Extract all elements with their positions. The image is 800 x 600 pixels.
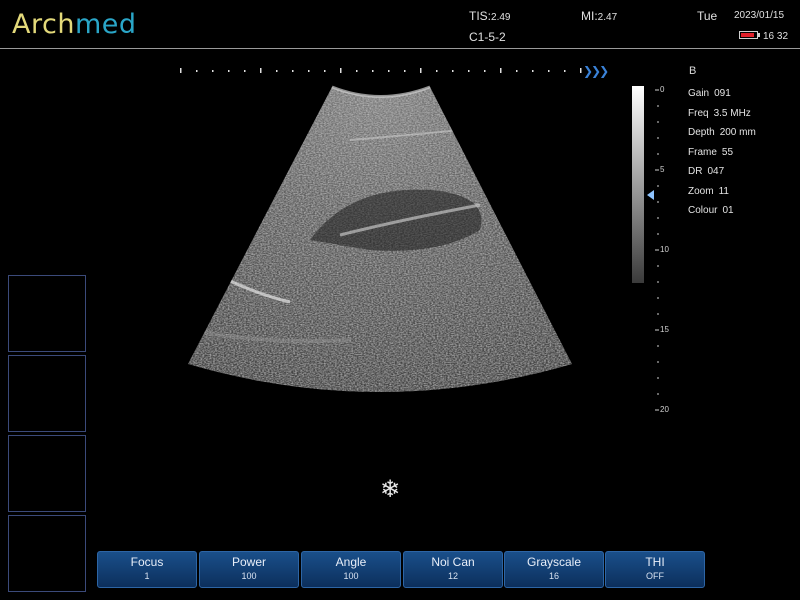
focus-ruler-tick bbox=[244, 70, 246, 72]
focus-ruler-tick bbox=[388, 70, 390, 72]
button-value: 100 bbox=[241, 571, 257, 581]
param-label: Colour bbox=[688, 205, 718, 216]
focus-marker-icon[interactable] bbox=[647, 190, 654, 200]
focus-ruler-tick bbox=[452, 70, 454, 72]
param-value: 11 bbox=[718, 185, 729, 197]
focus-ruler-tick bbox=[532, 70, 534, 72]
param-value: 55 bbox=[721, 146, 734, 158]
focus-ruler-tick bbox=[356, 70, 358, 72]
battery-level bbox=[741, 33, 754, 37]
param-label: Gain bbox=[688, 88, 710, 99]
param-gain: Gain 091 bbox=[688, 84, 756, 104]
button-value: 16 bbox=[548, 571, 559, 581]
depth-label: 15 bbox=[660, 325, 669, 334]
param-label: Freq bbox=[688, 107, 709, 119]
button-label: Grayscale bbox=[526, 555, 582, 569]
grayscale-bar bbox=[632, 86, 644, 283]
param-colour: Colour 01 bbox=[688, 201, 756, 221]
button-label: THI bbox=[645, 555, 665, 569]
thumbnail-slot-3[interactable] bbox=[8, 435, 86, 512]
time-label: 16 32 bbox=[763, 31, 789, 42]
thi-button[interactable]: THI OFF bbox=[605, 551, 705, 588]
button-value: OFF bbox=[646, 571, 664, 581]
focus-ruler-tick bbox=[308, 70, 310, 72]
thumbnail-slot-4[interactable] bbox=[8, 515, 86, 592]
focus-ruler-tick bbox=[404, 70, 406, 72]
focus-ruler bbox=[170, 64, 600, 78]
brand-logo: Archmed bbox=[12, 9, 137, 40]
date-label: 2023/01/15 bbox=[734, 10, 785, 21]
focus-ruler-tick bbox=[260, 68, 262, 73]
ultrasound-image[interactable] bbox=[150, 80, 610, 410]
param-label: Depth bbox=[688, 127, 715, 138]
param-value: 091 bbox=[714, 88, 731, 99]
thumbnail-slot-1[interactable] bbox=[8, 275, 86, 352]
mi-label: MI: bbox=[581, 9, 598, 23]
depth-label: 5 bbox=[660, 165, 665, 174]
battery-icon bbox=[739, 31, 760, 39]
focus-ruler-tick bbox=[468, 70, 470, 72]
depth-label: 0 bbox=[660, 85, 665, 94]
focus-ruler-tick bbox=[292, 70, 294, 72]
tis-readout: TIS:2.49 bbox=[469, 9, 510, 23]
snowflake-icon: ❄ bbox=[380, 476, 401, 503]
param-depth: Depth 200 mm bbox=[688, 123, 756, 143]
day-label: Tue bbox=[697, 9, 718, 23]
button-value: 1 bbox=[144, 571, 150, 581]
mi-value: 2.47 bbox=[597, 12, 618, 23]
noi-can-button[interactable]: Noi Can 12 bbox=[403, 551, 503, 588]
param-freq: Freq 3.5 MHz bbox=[688, 104, 756, 124]
param-zoom: Zoom 11 bbox=[688, 182, 756, 202]
tis-value: 2.49 bbox=[491, 12, 511, 23]
focus-ruler-tick bbox=[196, 70, 198, 72]
grayscale-button[interactable]: Grayscale 16 bbox=[504, 551, 604, 588]
param-value: 047 bbox=[707, 166, 725, 177]
focus-ruler-tick bbox=[580, 68, 582, 73]
focus-ruler-tick bbox=[564, 70, 566, 72]
focus-ruler-tick bbox=[340, 68, 342, 73]
button-label: Noi Can bbox=[431, 555, 475, 569]
focus-ruler-tick bbox=[500, 68, 502, 73]
focus-ruler-tick bbox=[324, 70, 326, 72]
focus-ruler-tick bbox=[228, 70, 230, 72]
mi-readout: MI:2.47 bbox=[581, 9, 617, 23]
probe-name: C1-5-2 bbox=[469, 30, 506, 44]
focus-ruler-ticks bbox=[180, 68, 582, 73]
focus-ruler-tick bbox=[516, 70, 518, 72]
param-value: 01 bbox=[722, 205, 734, 216]
button-label: Angle bbox=[335, 555, 367, 569]
focus-ruler-tick bbox=[180, 68, 182, 73]
brand-logo-part1: Arch bbox=[12, 9, 75, 40]
brand-logo-part2: med bbox=[74, 9, 137, 40]
focus-ruler-tick bbox=[372, 70, 374, 72]
button-label: Power bbox=[231, 555, 266, 569]
depth-label: 20 bbox=[660, 405, 669, 414]
param-value: 200 mm bbox=[719, 127, 756, 138]
thumbnail-slot-2[interactable] bbox=[8, 355, 86, 432]
param-frame: Frame 55 bbox=[688, 143, 756, 163]
focus-ruler-tick bbox=[420, 68, 422, 73]
param-label: Zoom bbox=[688, 185, 714, 197]
focus-ruler-tick bbox=[276, 70, 278, 72]
depth-label: 10 bbox=[660, 245, 669, 254]
scan-direction-icon: ❯❯❯ bbox=[583, 64, 609, 78]
imaging-mode: B bbox=[689, 65, 697, 77]
tis-label: TIS: bbox=[469, 9, 492, 23]
param-dr: DR 047 bbox=[688, 162, 756, 182]
focus-button[interactable]: Focus 1 bbox=[97, 551, 197, 588]
angle-button[interactable]: Angle 100 bbox=[301, 551, 401, 588]
param-label: Frame bbox=[688, 146, 717, 158]
focus-ruler-tick bbox=[212, 70, 214, 72]
focus-ruler-tick bbox=[548, 70, 550, 72]
focus-ruler-tick bbox=[484, 70, 486, 72]
focus-ruler-tick bbox=[436, 70, 438, 72]
param-value: 3.5 MHz bbox=[713, 107, 751, 119]
top-bar: Archmed TIS:2.49 MI:2.47 C1-5-2 Tue 2023… bbox=[0, 0, 800, 49]
parameter-list: Gain 091 Freq 3.5 MHz Depth 200 mm Frame 55 DR 04… bbox=[688, 84, 756, 221]
button-label: Focus bbox=[130, 555, 164, 569]
button-value: 12 bbox=[447, 571, 458, 581]
button-value: 100 bbox=[343, 571, 359, 581]
param-label: DR bbox=[688, 166, 703, 177]
power-button[interactable]: Power 100 bbox=[199, 551, 299, 588]
